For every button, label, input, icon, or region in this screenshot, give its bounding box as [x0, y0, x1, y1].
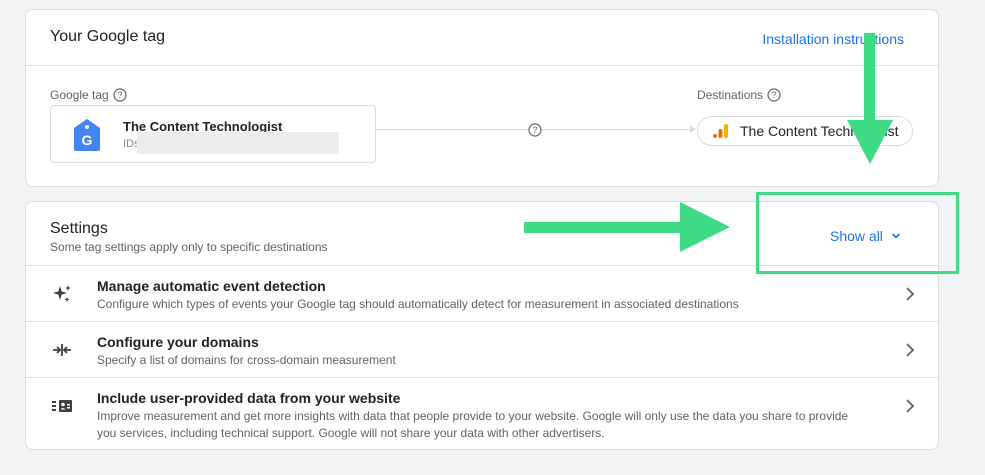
- help-icon[interactable]: ?: [113, 88, 127, 102]
- google-tag-logo-icon: G: [74, 119, 100, 151]
- row-description: Configure which types of events your Goo…: [97, 297, 739, 311]
- chevron-right-icon: [906, 399, 915, 413]
- user-data-icon: [52, 400, 72, 412]
- settings-subtitle: Some tag settings apply only to specific…: [50, 240, 328, 254]
- installation-instructions-link[interactable]: Installation instructions: [762, 31, 904, 47]
- destinations-label: Destinations ?: [697, 88, 781, 102]
- help-icon[interactable]: ?: [767, 88, 781, 102]
- row-title: Manage automatic event detection: [97, 278, 326, 294]
- row-title: Configure your domains: [97, 334, 259, 350]
- svg-text:?: ?: [772, 90, 777, 100]
- annotation-highlight-box: [756, 192, 959, 274]
- merge-arrows-icon: [53, 344, 71, 356]
- help-icon[interactable]: ?: [528, 123, 542, 137]
- google-tag-label: Google tag ?: [50, 88, 127, 102]
- destination-name: The Content Technologist: [740, 123, 899, 139]
- row-description: Improve measurement and get more insight…: [97, 409, 849, 440]
- tag-card-title: Your Google tag: [50, 28, 166, 45]
- chevron-right-icon: [906, 343, 915, 357]
- svg-text:?: ?: [117, 90, 122, 100]
- google-tag-box[interactable]: G The Content Technologist IDs: [50, 105, 376, 163]
- redacted-tag-ids: [137, 132, 339, 154]
- setting-row-user-data[interactable]: Include user-provided data from your web…: [26, 378, 938, 449]
- setting-row-event-detection[interactable]: Manage automatic event detection Configu…: [26, 266, 938, 322]
- chevron-right-icon: [906, 287, 915, 301]
- row-title: Include user-provided data from your web…: [97, 390, 401, 406]
- destinations-label-text: Destinations: [697, 88, 764, 102]
- setting-row-domains[interactable]: Configure your domains Specify a list of…: [26, 322, 938, 378]
- destination-pill[interactable]: The Content Technologist: [697, 116, 913, 146]
- settings-title: Settings: [50, 220, 108, 237]
- row-description: Specify a list of domains for cross-doma…: [97, 353, 396, 367]
- analytics-icon: [713, 124, 728, 138]
- google-tag-label-text: Google tag: [50, 88, 109, 102]
- svg-text:?: ?: [532, 125, 537, 135]
- svg-text:G: G: [82, 132, 93, 148]
- connector-arrowhead: [690, 125, 696, 133]
- tag-card-header: Your Google tag Installation instruction…: [26, 10, 938, 66]
- google-tag-card: Your Google tag Installation instruction…: [25, 9, 939, 187]
- sparkle-icon: [53, 285, 71, 302]
